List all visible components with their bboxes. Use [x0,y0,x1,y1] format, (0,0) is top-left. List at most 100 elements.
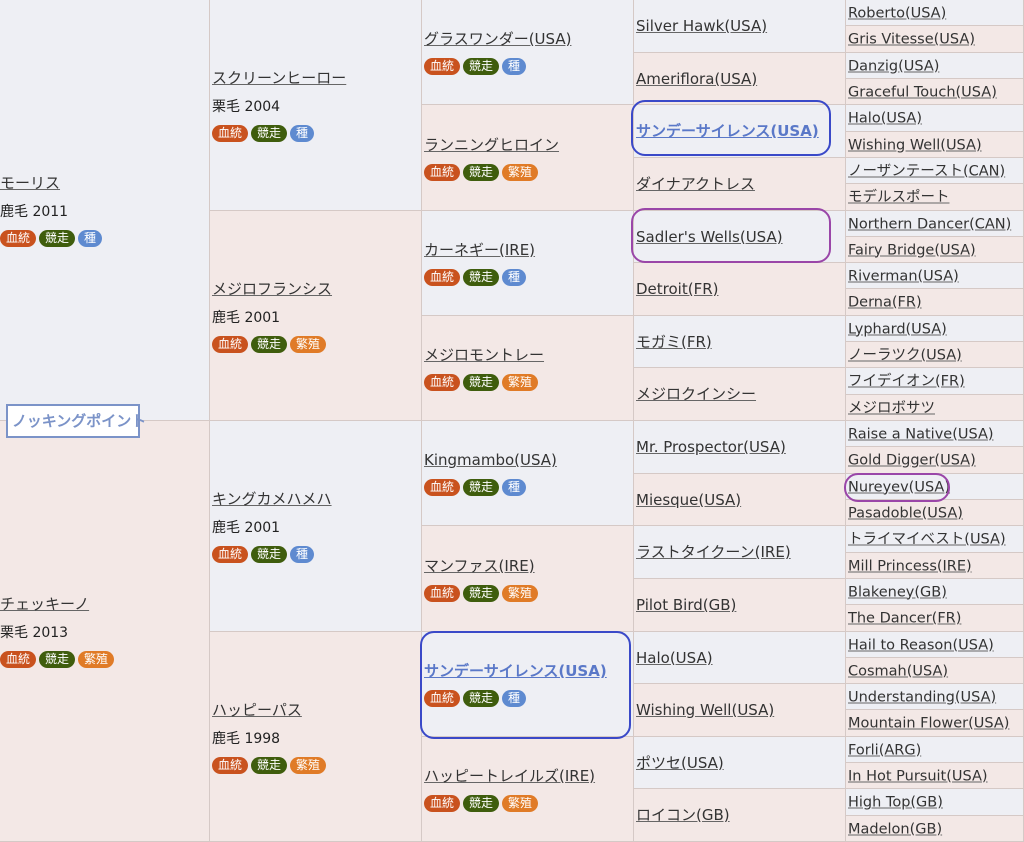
race-badge[interactable]: 競走 [463,269,500,286]
horse-link[interactable]: マンファス(IRE) [424,556,535,576]
blood-badge[interactable]: 血統 [424,269,461,286]
breed-badge[interactable]: 繁殖 [78,651,115,668]
race-badge[interactable]: 競走 [39,230,76,247]
breed-badge[interactable]: 繁殖 [502,163,539,181]
blood-badge[interactable]: 血統 [424,374,461,391]
horse-link[interactable]: メジロモントレー [424,345,544,365]
horse-link[interactable]: ポツセ(USA) [636,753,724,773]
horse-link[interactable]: Roberto(USA) [848,3,946,23]
sire-badge[interactable]: 種 [502,269,527,286]
horse-link[interactable]: サンデーサイレンス(USA) [424,661,607,681]
race-badge[interactable]: 競走 [251,335,288,353]
horse-link[interactable]: Nureyev(USA) [848,477,950,497]
blood-badge[interactable]: 血統 [0,230,37,247]
blood-badge[interactable]: 血統 [212,546,249,563]
sire-badge[interactable]: 種 [502,479,527,496]
horse-link[interactable]: Detroit(FR) [636,279,718,299]
blood-badge[interactable]: 血統 [212,125,249,142]
race-badge[interactable]: 競走 [463,690,500,707]
race-badge[interactable]: 競走 [251,125,288,142]
horse-link[interactable]: メジロフランシス [212,279,332,299]
horse-link[interactable]: グラスワンダー(USA) [424,29,571,49]
horse-link[interactable]: Wishing Well(USA) [636,700,774,720]
horse-link[interactable]: ノーザンテースト(CAN) [848,161,1005,181]
horse-link[interactable]: Halo(USA) [848,109,922,129]
horse-link[interactable]: Derna(FR) [848,293,922,313]
blood-badge[interactable]: 血統 [424,690,461,707]
horse-link[interactable]: Madelon(GB) [848,819,942,839]
horse-link[interactable]: Blakeney(GB) [848,582,947,602]
breed-badge[interactable]: 繁殖 [502,584,539,602]
horse-link[interactable]: ロイコン(GB) [636,805,730,825]
horse-link[interactable]: Raise a Native(USA) [848,424,994,444]
horse-link[interactable]: Kingmambo(USA) [424,450,557,470]
horse-link[interactable]: ハッピーパス [212,700,302,720]
race-badge[interactable]: 競走 [251,546,288,563]
horse-link[interactable]: Mountain Flower(USA) [848,714,1009,734]
horse-link[interactable]: Cosmah(USA) [848,661,948,681]
breed-badge[interactable]: 繁殖 [502,374,539,391]
horse-link[interactable]: ハッピートレイルズ(IRE) [424,766,595,786]
horse-link[interactable]: Northern Dancer(CAN) [848,214,1011,234]
race-badge[interactable]: 競走 [463,163,500,181]
horse-link[interactable]: Gold Digger(USA) [848,451,976,471]
horse-link[interactable]: カーネギー(IRE) [424,240,535,260]
horse-link[interactable]: Miesque(USA) [636,490,741,510]
horse-link[interactable]: Silver Hawk(USA) [636,16,767,36]
blood-badge[interactable]: 血統 [424,58,461,75]
horse-link[interactable]: Halo(USA) [636,648,713,668]
horse-link[interactable]: フイデイオン(FR) [848,372,965,392]
sire-badge[interactable]: 種 [502,58,527,75]
horse-link[interactable]: Mill Princess(IRE) [848,556,972,576]
horse-link[interactable]: Wishing Well(USA) [848,135,982,155]
horse-link[interactable]: モガミ(FR) [636,332,712,352]
blood-badge[interactable]: 血統 [424,584,461,602]
blood-badge[interactable]: 血統 [424,795,461,812]
blood-badge[interactable]: 血統 [424,163,461,181]
horse-link[interactable]: サンデーサイレンス(USA) [636,121,819,141]
horse-link[interactable]: Danzig(USA) [848,56,939,76]
sire-badge[interactable]: 種 [78,230,103,247]
sire-badge[interactable]: 種 [502,690,527,707]
breed-badge[interactable]: 繁殖 [502,795,539,812]
horse-link[interactable]: ラストタイクーン(IRE) [636,542,791,562]
blood-badge[interactable]: 血統 [424,479,461,496]
race-badge[interactable]: 競走 [463,479,500,496]
horse-link[interactable]: Fairy Bridge(USA) [848,240,976,260]
race-badge[interactable]: 競走 [463,374,500,391]
horse-link[interactable]: Pasadoble(USA) [848,503,963,523]
horse-link[interactable]: High Top(GB) [848,793,943,813]
horse-link[interactable]: ランニングヒロイン [424,135,559,155]
horse-link[interactable]: スクリーンヒーロー [212,68,346,88]
horse-link[interactable]: Lyphard(USA) [848,319,947,339]
horse-link[interactable]: メジロボサツ [848,398,935,418]
horse-link[interactable]: Understanding(USA) [848,687,996,707]
horse-link[interactable]: Gris Vitesse(USA) [848,30,975,50]
horse-link[interactable]: メジロクインシー [636,384,756,404]
horse-link[interactable]: The Dancer(FR) [848,609,961,629]
horse-link[interactable]: Mr. Prospector(USA) [636,437,786,457]
horse-link[interactable]: トライマイベスト(USA) [848,530,1006,550]
horse-link[interactable]: Sadler's Wells(USA) [636,227,783,247]
breed-badge[interactable]: 繁殖 [290,756,327,774]
horse-link[interactable]: ダイナアクトレス [636,174,755,194]
horse-link[interactable]: チェッキーノ [0,594,89,614]
race-badge[interactable]: 競走 [463,584,500,602]
horse-link[interactable]: Forli(ARG) [848,740,921,760]
sire-badge[interactable]: 種 [290,125,315,142]
horse-link[interactable]: Hail to Reason(USA) [848,635,994,655]
race-badge[interactable]: 競走 [463,795,500,812]
horse-link[interactable]: ノーラツク(USA) [848,345,962,365]
blood-badge[interactable]: 血統 [212,756,249,774]
horse-link[interactable]: Graceful Touch(USA) [848,82,997,102]
horse-link[interactable]: In Hot Pursuit(USA) [848,766,988,786]
sire-badge[interactable]: 種 [290,546,315,563]
race-badge[interactable]: 競走 [251,756,288,774]
breed-badge[interactable]: 繁殖 [290,335,327,353]
horse-link[interactable]: モデルスポート [848,188,950,208]
blood-badge[interactable]: 血統 [212,335,249,353]
blood-badge[interactable]: 血統 [0,651,37,668]
race-badge[interactable]: 競走 [463,58,500,75]
horse-link[interactable]: Riverman(USA) [848,266,959,286]
horse-link[interactable]: モーリス [0,173,60,193]
